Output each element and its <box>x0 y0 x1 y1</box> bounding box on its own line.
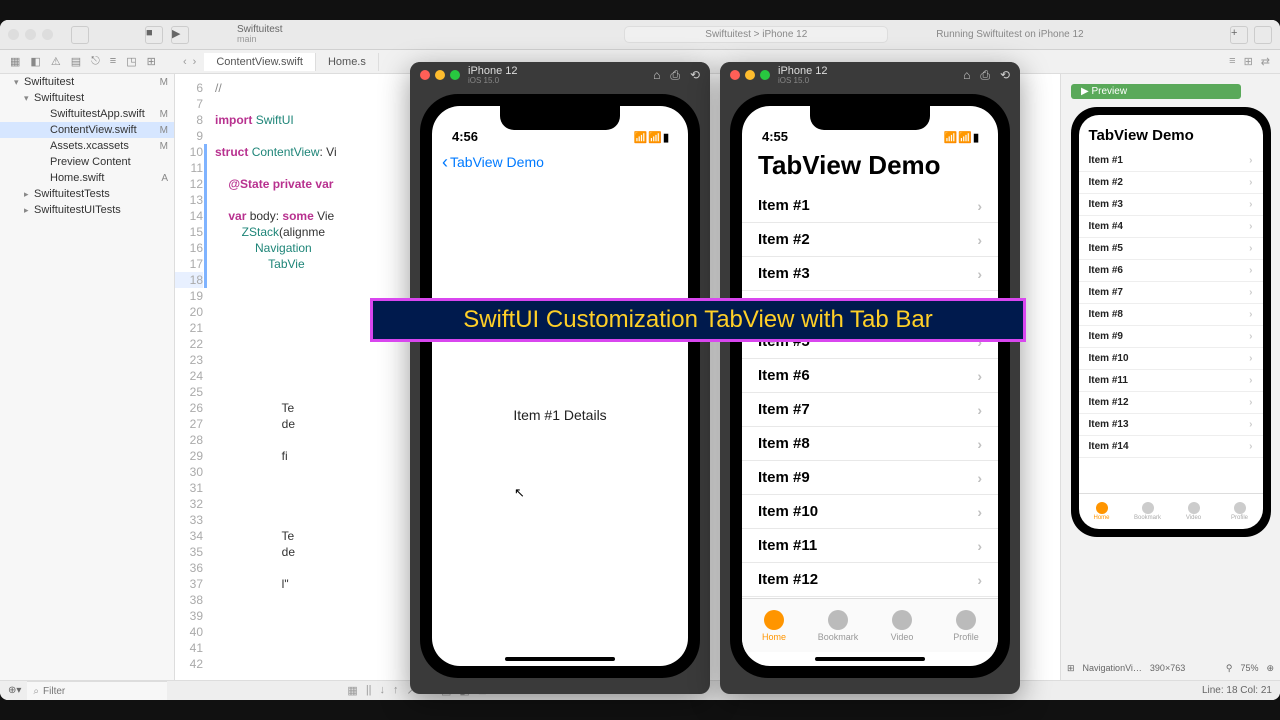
list-item[interactable]: Item #14› <box>1079 436 1263 458</box>
tab-home[interactable]: Home <box>742 599 806 652</box>
list-item[interactable]: Item #9› <box>742 461 998 495</box>
list-item[interactable]: Item #8› <box>1079 304 1263 326</box>
list-item[interactable]: Item #5› <box>1079 238 1263 260</box>
sim-toolbar-icons[interactable]: ⌂ ⎙ ⟲ <box>653 68 700 83</box>
list-item[interactable]: Item #11› <box>1079 370 1263 392</box>
inspector-toggle-icon[interactable] <box>1254 26 1272 44</box>
home-icon: ⌂ <box>963 68 970 83</box>
list-item[interactable]: Item #6› <box>742 359 998 393</box>
tab-profile[interactable]: Profile <box>934 599 998 652</box>
preview-badge[interactable]: ▶ Preview <box>1071 84 1241 99</box>
list-item[interactable]: Item #11› <box>742 529 998 563</box>
sim-toolbar-icons[interactable]: ⌂ ⎙ ⟲ <box>963 68 1010 83</box>
simulator-detail-window[interactable]: iPhone 12iOS 15.0 ⌂⎙⟲ 4:56📶 📶 ▮ ‹TabView… <box>410 62 710 694</box>
file-row[interactable]: Home.swiftA <box>0 170 174 186</box>
editor-options[interactable]: ≡⊞⇄ <box>1219 55 1280 68</box>
screenshot-icon: ⎙ <box>980 68 990 83</box>
overlay-banner: SwiftUI Customization TabView with Tab B… <box>370 298 1026 342</box>
run-destination-pill[interactable]: Swiftuitest > iPhone 12 <box>624 26 888 43</box>
tab-bookmark[interactable]: Bookmark <box>806 599 870 652</box>
list-item[interactable]: Item #12› <box>742 563 998 597</box>
list-item[interactable]: Item #10› <box>742 495 998 529</box>
detail-body: Item #1 Details <box>432 178 688 652</box>
preview-tabbar[interactable]: HomeBookmarkVideoProfile <box>1079 493 1263 529</box>
list-item[interactable]: Item #10› <box>1079 348 1263 370</box>
list-item[interactable]: Item #1› <box>1079 150 1263 172</box>
list-item[interactable]: Item #3› <box>742 257 998 291</box>
tab-video[interactable]: Video <box>1171 494 1217 529</box>
rotate-icon: ⟲ <box>690 68 700 83</box>
sidebar-toggle-icon[interactable] <box>71 26 89 44</box>
home-indicator[interactable] <box>742 652 998 666</box>
preview-footer: ⊞ NavigationVi… 390×763 ⚲ 75% ⊕ <box>1067 660 1274 676</box>
home-indicator[interactable] <box>432 652 688 666</box>
file-row[interactable]: Preview Content <box>0 154 174 170</box>
preview-title: TabView Demo <box>1079 115 1263 150</box>
file-row[interactable]: Assets.xcassetsM <box>0 138 174 154</box>
stop-button[interactable]: ■ <box>145 26 163 44</box>
scheme-branch: main <box>237 35 283 44</box>
sim-traffic-lights[interactable] <box>420 70 460 80</box>
library-add-icon[interactable]: + <box>1230 26 1248 44</box>
window-traffic-lights[interactable] <box>8 29 53 40</box>
editor-tab-active[interactable]: ContentView.swift <box>204 53 316 71</box>
list-item[interactable]: Item #3› <box>1079 194 1263 216</box>
rotate-icon: ⟲ <box>1000 68 1010 83</box>
mouse-cursor-icon: ↖ <box>514 485 525 501</box>
simulator-list-window[interactable]: iPhone 12iOS 15.0 ⌂⎙⟲ 4:55📶 📶 ▮ TabView … <box>720 62 1020 694</box>
scheme-selector[interactable]: Swiftuitest main <box>237 25 283 44</box>
list-item[interactable]: Item #2› <box>742 223 998 257</box>
nav-back-button[interactable]: ‹TabView Demo <box>432 146 688 178</box>
list-item[interactable]: Item #12› <box>1079 392 1263 414</box>
xcode-toolbar: ■ ▶ Swiftuitest main Swiftuitest > iPhon… <box>0 20 1280 50</box>
cursor-position: Line: 18 Col: 21 <box>1202 685 1272 696</box>
project-navigator[interactable]: ▾SwiftuitestM ▾Swiftuitest SwiftuitestAp… <box>0 74 175 680</box>
editor-tab-other[interactable]: Home.s <box>316 53 379 71</box>
add-target-icon[interactable]: ⊕▾ <box>8 685 21 696</box>
navigator-selector[interactable]: ▦◧⚠▤⎋≡◳⊞ <box>0 55 175 68</box>
list-item[interactable]: Item #8› <box>742 427 998 461</box>
list-item[interactable]: Item #1› <box>742 189 998 223</box>
project-nav-icon: ▦ <box>10 55 20 68</box>
sim-traffic-lights[interactable] <box>730 70 770 80</box>
canvas-preview-panel: ▶ Preview TabView Demo Item #1›Item #2›I… <box>1060 74 1280 680</box>
list-item[interactable]: Item #2› <box>1079 172 1263 194</box>
filter-input[interactable] <box>43 686 175 697</box>
file-row[interactable]: SwiftuitestApp.swiftM <box>0 106 174 122</box>
activity-status: Running Swiftuitest on iPhone 12 <box>936 29 1083 40</box>
screenshot-icon: ⎙ <box>670 68 680 83</box>
preview-list[interactable]: Item #1›Item #2›Item #3›Item #4›Item #5›… <box>1079 150 1263 493</box>
preview-device: TabView Demo Item #1›Item #2›Item #3›Ite… <box>1071 107 1271 537</box>
list-item[interactable]: Item #4› <box>1079 216 1263 238</box>
tab-video[interactable]: Video <box>870 599 934 652</box>
list-item[interactable]: Item #9› <box>1079 326 1263 348</box>
tab-home[interactable]: Home <box>1079 494 1125 529</box>
tab-profile[interactable]: Profile <box>1217 494 1263 529</box>
list-item[interactable]: Item #7› <box>1079 282 1263 304</box>
list-title: TabView Demo <box>742 146 998 189</box>
item-list[interactable]: Item #1›Item #2›Item #3›Item #4›Item #5›… <box>742 189 998 598</box>
tab-bar[interactable]: HomeBookmarkVideoProfile <box>742 598 998 652</box>
editor-back-forward[interactable]: ‹› <box>175 56 204 68</box>
tab-bookmark[interactable]: Bookmark <box>1125 494 1171 529</box>
list-item[interactable]: Item #6› <box>1079 260 1263 282</box>
list-item[interactable]: Item #13› <box>1079 414 1263 436</box>
list-item[interactable]: Item #7› <box>742 393 998 427</box>
run-button[interactable]: ▶ <box>171 26 189 44</box>
file-row[interactable]: ContentView.swiftM <box>0 122 174 138</box>
home-icon: ⌂ <box>653 68 660 83</box>
